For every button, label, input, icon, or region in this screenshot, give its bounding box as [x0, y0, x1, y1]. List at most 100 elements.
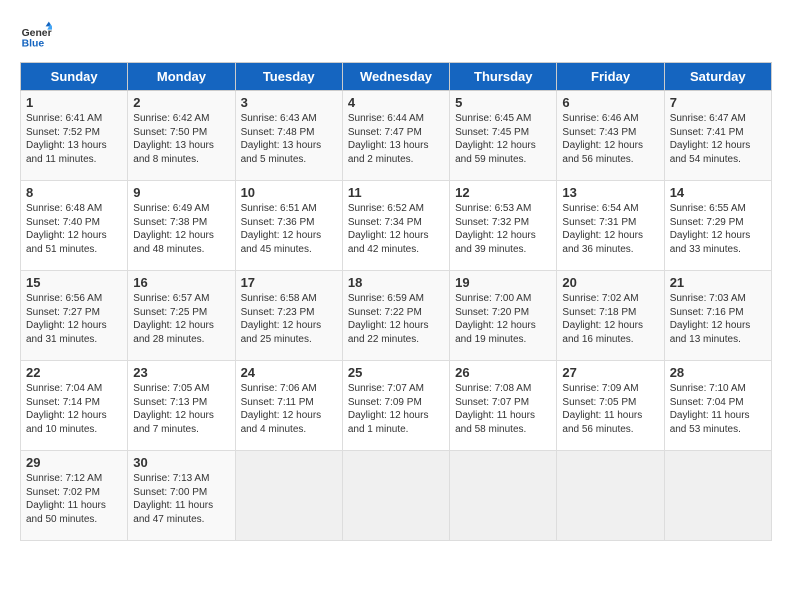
day-number: 28 [670, 365, 766, 380]
day-content: Sunrise: 7:10 AM Sunset: 7:04 PM Dayligh… [670, 382, 766, 436]
day-content: Sunrise: 6:43 AM Sunset: 7:48 PM Dayligh… [241, 112, 337, 166]
day-content: Sunrise: 6:46 AM Sunset: 7:43 PM Dayligh… [562, 112, 658, 166]
day-number: 30 [133, 455, 229, 470]
days-header-row: SundayMondayTuesdayWednesdayThursdayFrid… [21, 63, 772, 91]
day-content: Sunrise: 6:41 AM Sunset: 7:52 PM Dayligh… [26, 112, 122, 166]
logo: General Blue [20, 20, 52, 52]
calendar-week-5: 29 Sunrise: 7:12 AM Sunset: 7:02 PM Dayli… [21, 451, 772, 541]
day-number: 1 [26, 95, 122, 110]
day-header-sunday: Sunday [21, 63, 128, 91]
calendar-cell: 18 Sunrise: 6:59 AM Sunset: 7:22 PM Dayli… [342, 271, 449, 361]
day-content: Sunrise: 6:45 AM Sunset: 7:45 PM Dayligh… [455, 112, 551, 166]
calendar-cell: 22 Sunrise: 7:04 AM Sunset: 7:14 PM Dayli… [21, 361, 128, 451]
day-number: 18 [348, 275, 444, 290]
day-number: 20 [562, 275, 658, 290]
page-header: General Blue [20, 20, 772, 52]
svg-text:General: General [22, 28, 52, 39]
calendar-cell: 8Sunrise: 6:48 AM Sunset: 7:40 PM Daylig… [21, 181, 128, 271]
calendar-cell: 30 Sunrise: 7:13 AM Sunset: 7:00 PM Dayli… [128, 451, 235, 541]
day-number: 4 [348, 95, 444, 110]
day-header-wednesday: Wednesday [342, 63, 449, 91]
day-content: Sunrise: 6:48 AM Sunset: 7:40 PM Dayligh… [26, 202, 122, 256]
calendar-cell: 6 Sunrise: 6:46 AM Sunset: 7:43 PM Daylig… [557, 91, 664, 181]
day-number: 12 [455, 185, 551, 200]
calendar-cell: 20 Sunrise: 7:02 AM Sunset: 7:18 PM Dayli… [557, 271, 664, 361]
day-content: Sunrise: 6:42 AM Sunset: 7:50 PM Dayligh… [133, 112, 229, 166]
day-number: 9 [133, 185, 229, 200]
day-number: 26 [455, 365, 551, 380]
day-number: 22 [26, 365, 122, 380]
day-content: Sunrise: 7:06 AM Sunset: 7:11 PM Dayligh… [241, 382, 337, 436]
day-number: 23 [133, 365, 229, 380]
day-number: 25 [348, 365, 444, 380]
calendar-cell: 15 Sunrise: 6:56 AM Sunset: 7:27 PM Dayli… [21, 271, 128, 361]
day-number: 17 [241, 275, 337, 290]
calendar-cell [450, 451, 557, 541]
calendar-cell: 4 Sunrise: 6:44 AM Sunset: 7:47 PM Daylig… [342, 91, 449, 181]
calendar-cell [235, 451, 342, 541]
day-header-saturday: Saturday [664, 63, 771, 91]
calendar-cell: 3 Sunrise: 6:43 AM Sunset: 7:48 PM Daylig… [235, 91, 342, 181]
calendar-cell: 27 Sunrise: 7:09 AM Sunset: 7:05 PM Dayli… [557, 361, 664, 451]
day-header-tuesday: Tuesday [235, 63, 342, 91]
calendar-cell: 25 Sunrise: 7:07 AM Sunset: 7:09 PM Dayli… [342, 361, 449, 451]
day-content: Sunrise: 7:05 AM Sunset: 7:13 PM Dayligh… [133, 382, 229, 436]
day-content: Sunrise: 7:02 AM Sunset: 7:18 PM Dayligh… [562, 292, 658, 346]
day-content: Sunrise: 6:56 AM Sunset: 7:27 PM Dayligh… [26, 292, 122, 346]
day-content: Sunrise: 7:08 AM Sunset: 7:07 PM Dayligh… [455, 382, 551, 436]
calendar-cell [342, 451, 449, 541]
calendar-cell: 16 Sunrise: 6:57 AM Sunset: 7:25 PM Dayli… [128, 271, 235, 361]
calendar-cell: 7 Sunrise: 6:47 AM Sunset: 7:41 PM Daylig… [664, 91, 771, 181]
calendar-cell: 21Sunrise: 7:03 AM Sunset: 7:16 PM Dayli… [664, 271, 771, 361]
day-content: Sunrise: 6:52 AM Sunset: 7:34 PM Dayligh… [348, 202, 444, 256]
calendar-cell [664, 451, 771, 541]
day-number: 15 [26, 275, 122, 290]
day-number: 24 [241, 365, 337, 380]
calendar-week-2: 8Sunrise: 6:48 AM Sunset: 7:40 PM Daylig… [21, 181, 772, 271]
day-number: 2 [133, 95, 229, 110]
day-content: Sunrise: 6:49 AM Sunset: 7:38 PM Dayligh… [133, 202, 229, 256]
day-number: 11 [348, 185, 444, 200]
calendar-cell: 9 Sunrise: 6:49 AM Sunset: 7:38 PM Daylig… [128, 181, 235, 271]
calendar-table: SundayMondayTuesdayWednesdayThursdayFrid… [20, 62, 772, 541]
calendar-cell: 12Sunrise: 6:53 AM Sunset: 7:32 PM Dayli… [450, 181, 557, 271]
day-content: Sunrise: 7:09 AM Sunset: 7:05 PM Dayligh… [562, 382, 658, 436]
day-number: 27 [562, 365, 658, 380]
day-header-monday: Monday [128, 63, 235, 91]
calendar-cell: 17 Sunrise: 6:58 AM Sunset: 7:23 PM Dayli… [235, 271, 342, 361]
day-content: Sunrise: 7:07 AM Sunset: 7:09 PM Dayligh… [348, 382, 444, 436]
day-number: 29 [26, 455, 122, 470]
calendar-week-1: 1 Sunrise: 6:41 AM Sunset: 7:52 PM Daylig… [21, 91, 772, 181]
day-number: 5 [455, 95, 551, 110]
day-content: Sunrise: 6:58 AM Sunset: 7:23 PM Dayligh… [241, 292, 337, 346]
day-number: 10 [241, 185, 337, 200]
day-number: 6 [562, 95, 658, 110]
calendar-cell: 24 Sunrise: 7:06 AM Sunset: 7:11 PM Dayli… [235, 361, 342, 451]
logo-icon: General Blue [20, 20, 52, 52]
day-content: Sunrise: 7:13 AM Sunset: 7:00 PM Dayligh… [133, 472, 229, 526]
day-content: Sunrise: 6:57 AM Sunset: 7:25 PM Dayligh… [133, 292, 229, 346]
day-number: 7 [670, 95, 766, 110]
day-content: Sunrise: 7:04 AM Sunset: 7:14 PM Dayligh… [26, 382, 122, 436]
day-number: 3 [241, 95, 337, 110]
calendar-cell: 10Sunrise: 6:51 AM Sunset: 7:36 PM Dayli… [235, 181, 342, 271]
calendar-week-3: 15 Sunrise: 6:56 AM Sunset: 7:27 PM Dayli… [21, 271, 772, 361]
day-header-friday: Friday [557, 63, 664, 91]
day-content: Sunrise: 7:03 AM Sunset: 7:16 PM Dayligh… [670, 292, 766, 346]
calendar-cell: 23 Sunrise: 7:05 AM Sunset: 7:13 PM Dayli… [128, 361, 235, 451]
calendar-cell: 1 Sunrise: 6:41 AM Sunset: 7:52 PM Daylig… [21, 91, 128, 181]
day-content: Sunrise: 7:12 AM Sunset: 7:02 PM Dayligh… [26, 472, 122, 526]
day-content: Sunrise: 6:54 AM Sunset: 7:31 PM Dayligh… [562, 202, 658, 256]
day-number: 16 [133, 275, 229, 290]
day-content: Sunrise: 6:59 AM Sunset: 7:22 PM Dayligh… [348, 292, 444, 346]
day-header-thursday: Thursday [450, 63, 557, 91]
calendar-cell: 13Sunrise: 6:54 AM Sunset: 7:31 PM Dayli… [557, 181, 664, 271]
calendar-cell [557, 451, 664, 541]
day-content: Sunrise: 6:47 AM Sunset: 7:41 PM Dayligh… [670, 112, 766, 166]
day-number: 14 [670, 185, 766, 200]
day-content: Sunrise: 6:55 AM Sunset: 7:29 PM Dayligh… [670, 202, 766, 256]
day-content: Sunrise: 7:00 AM Sunset: 7:20 PM Dayligh… [455, 292, 551, 346]
calendar-cell: 29 Sunrise: 7:12 AM Sunset: 7:02 PM Dayli… [21, 451, 128, 541]
day-content: Sunrise: 6:44 AM Sunset: 7:47 PM Dayligh… [348, 112, 444, 166]
svg-text:Blue: Blue [22, 38, 45, 49]
